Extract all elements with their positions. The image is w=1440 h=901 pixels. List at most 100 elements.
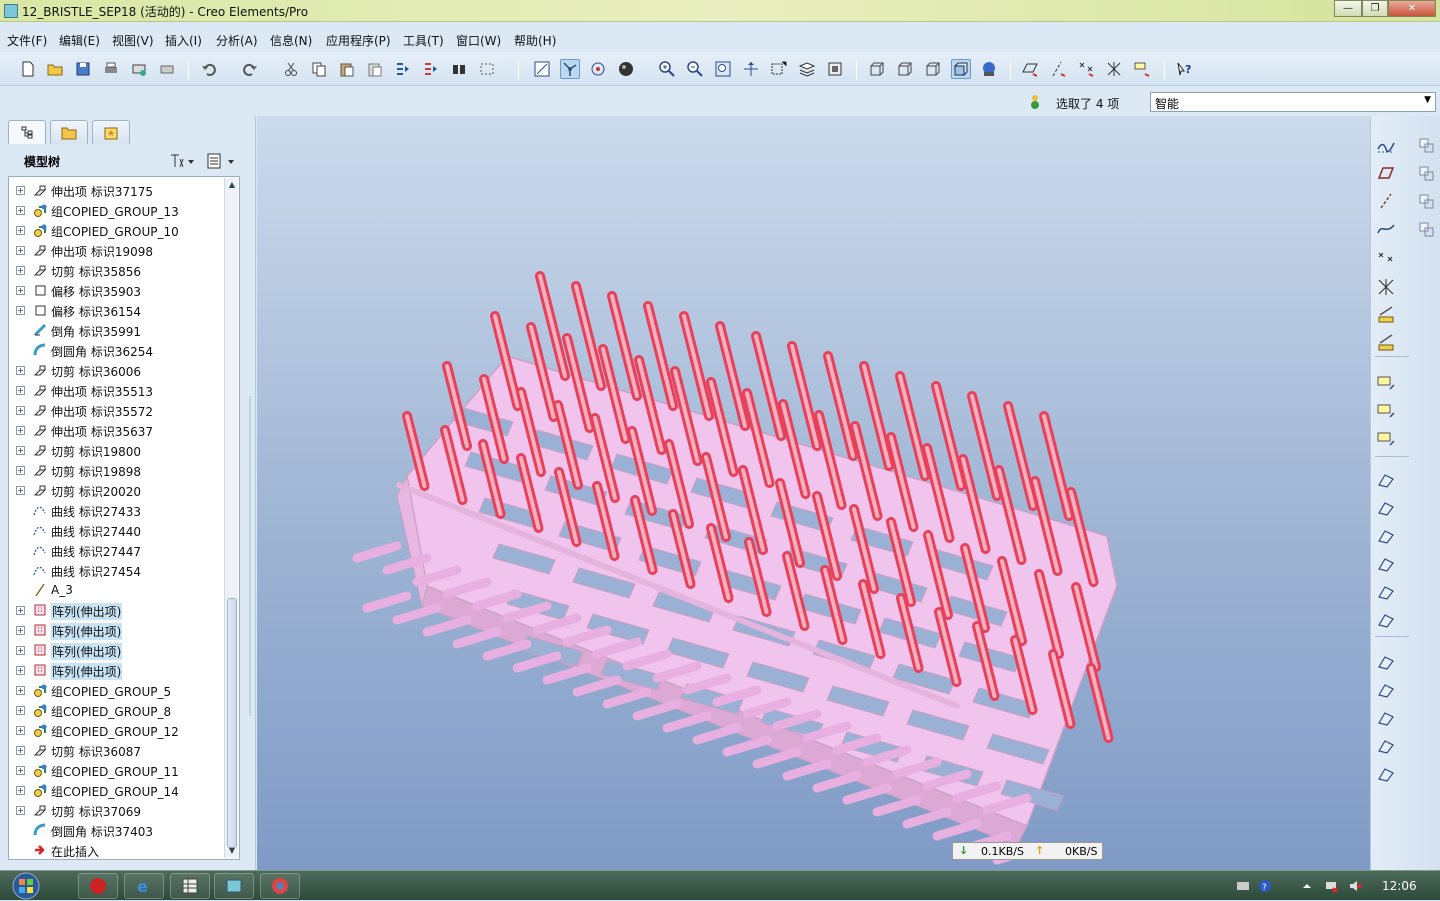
paste-special-icon[interactable] bbox=[365, 59, 385, 79]
expand-icon[interactable]: + bbox=[16, 246, 25, 255]
datum-point-tool-icon[interactable] bbox=[1375, 246, 1397, 268]
menu-applications[interactable]: 应用程序(P) bbox=[326, 32, 391, 49]
expand-icon[interactable]: + bbox=[16, 786, 25, 795]
tree-item[interactable]: + 组COPIED_GROUP_13 bbox=[9, 200, 223, 220]
extrude-tool-icon[interactable] bbox=[1375, 470, 1397, 492]
scrollbar-thumb[interactable] bbox=[227, 598, 237, 848]
pattern-tool-icon[interactable] bbox=[1375, 736, 1397, 758]
tree-item[interactable]: + 偏移 标识35903 bbox=[9, 280, 223, 300]
round-tool-icon[interactable] bbox=[1375, 610, 1397, 632]
settings-icon[interactable] bbox=[168, 152, 196, 170]
tree-item[interactable]: + 组COPIED_GROUP_8 bbox=[9, 700, 223, 720]
view-manager-icon[interactable] bbox=[769, 59, 789, 79]
tree-item[interactable]: 倒圆角 标识36254 bbox=[9, 340, 223, 360]
shading-icon[interactable] bbox=[616, 59, 636, 79]
callout-tool-icon[interactable] bbox=[1375, 400, 1397, 422]
tray-expand-icon[interactable] bbox=[1300, 879, 1314, 893]
tree-scrollbar[interactable]: ▲ ▼ bbox=[224, 178, 238, 858]
expand-icon[interactable]: + bbox=[16, 766, 25, 775]
expand-icon[interactable]: + bbox=[16, 266, 25, 275]
tree-item[interactable]: + 偏移 标识36154 bbox=[9, 300, 223, 320]
trim-tool-icon[interactable] bbox=[1415, 190, 1437, 212]
datum-display-icon[interactable] bbox=[532, 59, 552, 79]
datum-points-icon[interactable] bbox=[1076, 59, 1096, 79]
refit-icon[interactable] bbox=[713, 59, 733, 79]
datum-planes-icon[interactable] bbox=[1020, 59, 1040, 79]
open-icon[interactable] bbox=[45, 59, 65, 79]
expand-icon[interactable]: + bbox=[16, 406, 25, 415]
expand-icon[interactable]: + bbox=[16, 426, 25, 435]
expand-icon[interactable]: + bbox=[16, 726, 25, 735]
start-button[interactable] bbox=[8, 871, 44, 901]
hidden-line-icon[interactable] bbox=[895, 59, 915, 79]
expand-icon[interactable]: + bbox=[16, 386, 25, 395]
tab-favorites[interactable] bbox=[92, 120, 130, 144]
expand-icon[interactable]: + bbox=[16, 366, 25, 375]
regenerate-icon[interactable] bbox=[393, 59, 413, 79]
bristle-model-view[interactable] bbox=[257, 116, 1370, 870]
expand-icon[interactable]: + bbox=[16, 286, 25, 295]
undo-icon[interactable] bbox=[199, 59, 219, 79]
tree-item[interactable]: 倒角 标识35991 bbox=[9, 320, 223, 340]
minimize-button[interactable]: — bbox=[1334, 0, 1362, 17]
wireframe-icon[interactable] bbox=[867, 59, 887, 79]
menu-info[interactable]: 信息(N) bbox=[270, 32, 312, 49]
panel-splitter[interactable] bbox=[246, 396, 254, 716]
scroll-down-icon[interactable]: ▼ bbox=[227, 846, 237, 856]
tree-item[interactable]: + 组COPIED_GROUP_5 bbox=[9, 680, 223, 700]
tree-item[interactable]: 曲线 标识27433 bbox=[9, 500, 223, 520]
expand-icon[interactable]: + bbox=[16, 606, 25, 615]
tree-item[interactable]: + 切剪 标识19898 bbox=[9, 460, 223, 480]
expand-icon[interactable]: + bbox=[16, 706, 25, 715]
menu-edit[interactable]: 编辑(E) bbox=[59, 32, 100, 49]
close-button[interactable]: ✕ bbox=[1388, 0, 1436, 17]
blend-tool-icon[interactable] bbox=[1375, 554, 1397, 576]
tree-item[interactable]: + 阵列(伸出项) bbox=[9, 600, 223, 620]
taskbar-creo[interactable] bbox=[214, 873, 254, 899]
tree-item[interactable]: + 组COPIED_GROUP_11 bbox=[9, 760, 223, 780]
tree-item[interactable]: + 阵列(伸出项) bbox=[9, 660, 223, 680]
expand-icon[interactable]: + bbox=[16, 486, 25, 495]
volume-icon[interactable] bbox=[1348, 879, 1362, 893]
expand-icon[interactable]: + bbox=[16, 186, 25, 195]
orient-icon[interactable] bbox=[588, 59, 608, 79]
send-icon[interactable] bbox=[129, 59, 149, 79]
tab-folder-browser[interactable] bbox=[50, 120, 88, 144]
help-whats-this-icon[interactable]: ? bbox=[1174, 59, 1194, 79]
find-icon[interactable] bbox=[449, 59, 469, 79]
select-box-icon[interactable] bbox=[477, 59, 497, 79]
network-icon[interactable] bbox=[1324, 879, 1338, 893]
coord-sys-icon[interactable] bbox=[1104, 59, 1124, 79]
rib-tool-icon[interactable] bbox=[1375, 708, 1397, 730]
expand-icon[interactable]: + bbox=[16, 306, 25, 315]
reorient-icon[interactable] bbox=[741, 59, 761, 79]
menu-insert[interactable]: 插入(I) bbox=[165, 32, 202, 49]
datum-plane-tool-icon[interactable] bbox=[1375, 162, 1397, 184]
expand-icon[interactable]: + bbox=[16, 206, 25, 215]
expand-icon[interactable]: + bbox=[16, 466, 25, 475]
menu-analysis[interactable]: 分析(A) bbox=[216, 32, 258, 49]
tree-item[interactable]: + 切剪 标识37069 bbox=[9, 800, 223, 820]
analysis-tool-icon[interactable] bbox=[1375, 304, 1397, 326]
expand-icon[interactable]: + bbox=[16, 646, 25, 655]
scroll-up-icon[interactable]: ▲ bbox=[227, 180, 237, 190]
tree-item[interactable]: + 切剪 标识35856 bbox=[9, 260, 223, 280]
tree-item[interactable]: + 伸出项 标识35513 bbox=[9, 380, 223, 400]
note-tool-icon[interactable] bbox=[1375, 372, 1397, 394]
tree-item[interactable]: 曲线 标识27447 bbox=[9, 540, 223, 560]
draft-tool-icon[interactable] bbox=[1375, 652, 1397, 674]
annotation-icon[interactable] bbox=[1132, 59, 1152, 79]
sketch-tool-icon[interactable] bbox=[1375, 134, 1397, 156]
tree-item[interactable]: + 切剪 标识36087 bbox=[9, 740, 223, 760]
expand-icon[interactable]: + bbox=[16, 746, 25, 755]
regen-manager-icon[interactable] bbox=[421, 59, 441, 79]
menu-view[interactable]: 视图(V) bbox=[112, 32, 154, 49]
cut-icon[interactable] bbox=[281, 59, 301, 79]
redo-icon[interactable] bbox=[240, 59, 260, 79]
tree-item[interactable]: 倒圆角 标识37403 bbox=[9, 820, 223, 840]
tree-item[interactable]: 曲线 标识27454 bbox=[9, 560, 223, 580]
expand-icon[interactable]: + bbox=[16, 686, 25, 695]
shell-tool-icon[interactable] bbox=[1375, 680, 1397, 702]
zoom-out-icon[interactable] bbox=[685, 59, 705, 79]
tree-item[interactable]: + 切剪 标识20020 bbox=[9, 480, 223, 500]
